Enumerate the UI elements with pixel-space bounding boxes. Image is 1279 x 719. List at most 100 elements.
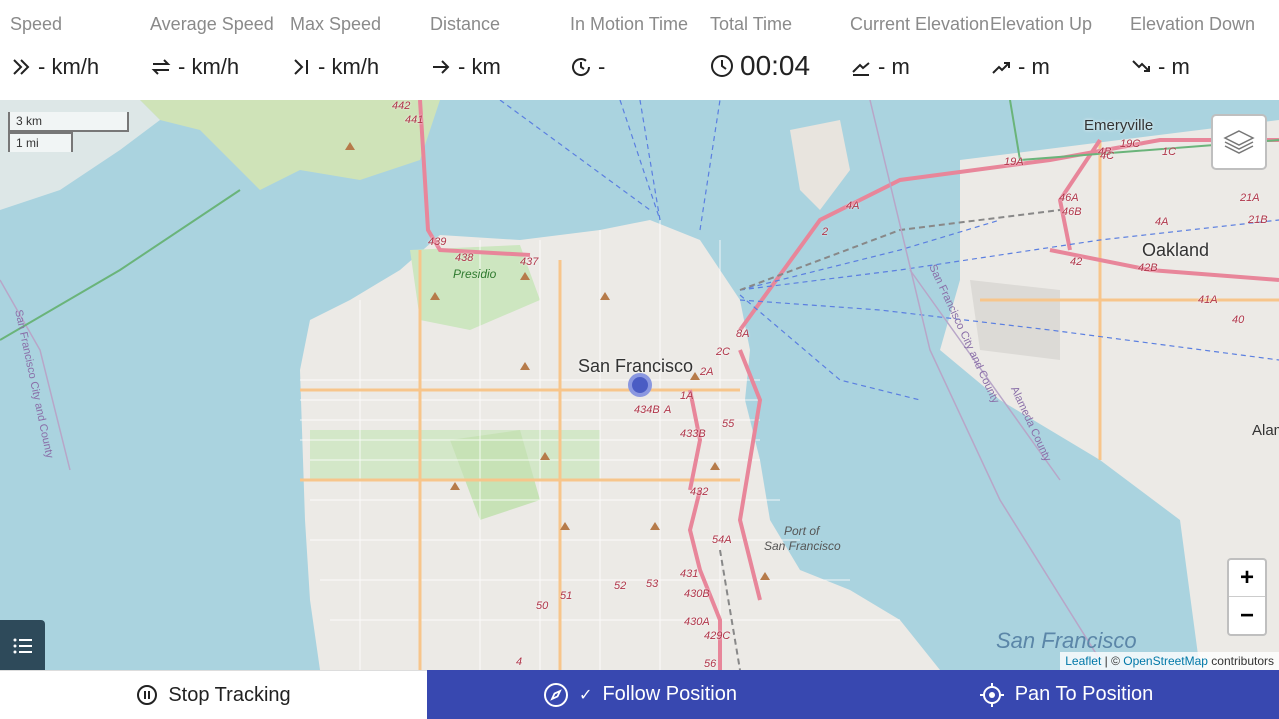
route-number-label: 42 [1070,256,1083,268]
map-label-port2: San Francisco [764,539,841,553]
stat-value: - [598,54,606,79]
route-number-label: 434B [634,404,660,416]
route-number-label: 51 [560,590,573,602]
stop-tracking-label: Stop Tracking [168,683,291,706]
attribution-tail: contributors [1207,654,1274,668]
leaflet-link[interactable]: Leaflet [1065,654,1101,668]
route-number-label: 8A [736,328,750,340]
stat-label: In Motion Time [570,14,689,34]
stat-value: - m [878,54,910,79]
stat-value: - km [458,54,501,79]
follow-position-button[interactable]: ✓ Follow Position [427,670,853,719]
map-attribution: Leaflet | © OpenStreetMap contributors [1060,652,1279,670]
route-number-label: 437 [520,256,539,268]
clock-arrow-icon [572,58,591,76]
route-number-label: 42B [1138,262,1158,274]
route-number-label: 438 [455,252,474,264]
stats-bar: Speed - km/h Average Speed - km/h Max Sp… [0,0,1279,100]
scale-mi: 1 mi [8,132,73,152]
clock-icon [711,55,733,77]
arrows-exchange-icon [151,59,171,75]
stat-label: Total Time [710,14,793,34]
route-number-label: 433B [680,428,706,440]
stop-tracking-button[interactable]: Stop Tracking [0,670,427,719]
current-position-marker [628,373,652,397]
route-number-label: 19C [1120,138,1141,150]
trend-down-icon [1132,60,1150,72]
stat-value: 00:04 [740,50,811,81]
route-number-label: 21A [1240,192,1260,204]
list-icon [13,638,32,654]
route-number-label: 442 [392,100,411,112]
route-number-label: 432 [690,486,709,498]
stat-label: Current Elevation [850,14,990,34]
osm-link[interactable]: OpenStreetMap [1123,654,1208,668]
layers-button[interactable] [1211,114,1267,170]
pan-to-position-button[interactable]: Pan To Position [853,670,1279,719]
route-number-label: 4 [516,656,523,668]
route-number-label: 50 [536,600,549,612]
route-number-label: 56 [704,658,717,670]
zoom-control: + − [1227,558,1267,636]
map-view[interactable]: San Francisco Oakland Emeryville Presidi… [0,100,1279,670]
stat-value: - km/h [38,54,100,79]
route-number-label: 53 [646,578,659,590]
route-number-label: 40 [1232,314,1245,326]
route-number-label: 430B [684,588,710,600]
attribution-separator: | © [1101,654,1124,668]
zoom-in-button[interactable]: + [1229,560,1265,597]
map-label-sf-water: San Francisco [996,628,1137,653]
route-number-label: 21B [1248,214,1268,226]
pause-icon [137,685,158,705]
map-label-port: Port of [784,524,820,538]
route-number-label: 2C [716,346,731,358]
map-label-presidio: Presidio [453,267,497,281]
route-number-label: 2 [822,226,829,238]
stat-label: Average Speed [150,14,274,34]
follow-position-label: Follow Position [602,683,737,705]
route-number-label: 46A [1059,192,1079,204]
stat-label: Elevation Down [1130,14,1256,34]
double-chevron-right-icon [13,59,30,75]
compass-icon [544,682,569,707]
crosshair-icon [979,682,1004,707]
route-number-label: 54A [712,534,732,546]
stat-value: - km/h [178,54,240,79]
pan-to-position-label: Pan To Position [1014,683,1154,705]
route-number-label: 4C [1100,150,1115,162]
route-number-label: 46B [1062,206,1082,218]
trend-up-icon [992,62,1010,74]
bottom-toolbar: Stop Tracking ✓ Follow Position Pan To P… [0,670,1279,719]
route-number-label: 41A [1198,294,1218,306]
stat-label: Speed [10,14,63,34]
route-number-label: 52 [614,580,627,592]
route-number-label: 429C [704,630,731,642]
route-number-label: 2A [700,366,714,378]
stat-label: Elevation Up [990,14,1093,34]
follow-check-icon: ✓ [579,686,593,704]
route-number-label: 4A [1155,216,1169,228]
stat-value: - m [1018,54,1050,79]
map-label-emeryville: Emeryville [1084,117,1154,134]
map-label-oakland: Oakland [1142,240,1210,260]
stat-value: - m [1158,54,1190,79]
route-number-label: 441 [405,114,424,126]
route-number-label: 439 [428,236,447,248]
route-number-label: 19A [1004,156,1024,168]
layers-icon [1223,130,1255,154]
route-number-label: 55 [722,418,735,430]
menu-button[interactable] [0,620,45,672]
arrow-right-icon [433,60,450,74]
route-number-label: 4A [846,200,860,212]
stat-label: Distance [430,14,501,34]
map-label-ala: Alam [1252,422,1279,439]
route-number-label: 1A [680,390,694,402]
route-number-label: 430A [684,616,710,628]
stat-value: - km/h [318,54,380,79]
stat-label: Max Speed [290,14,382,34]
arrow-to-line-icon [294,59,308,75]
route-number-label: A [664,404,672,416]
scale-km: 3 km [8,112,129,132]
zoom-out-button[interactable]: − [1229,597,1265,634]
route-number-label: 431 [680,568,699,580]
